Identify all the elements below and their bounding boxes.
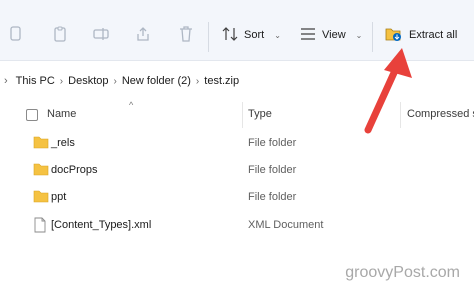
column-divider[interactable] [400, 102, 401, 128]
file-type: File folder [248, 137, 297, 149]
breadcrumb-test-zip[interactable]: test.zip [204, 75, 239, 87]
file-name: [Content_Types].xml [51, 219, 152, 231]
file-type: File folder [248, 164, 297, 176]
sort-ascending-icon: ^ [129, 100, 134, 110]
file-name: docProps [51, 164, 98, 176]
column-name[interactable]: Name [47, 108, 76, 120]
sort-label: Sort [244, 29, 265, 41]
file-icon [33, 217, 49, 233]
extract-all-label: Extract all [409, 29, 458, 41]
chevron-down-icon: ⌄ [355, 30, 363, 40]
list-item[interactable]: [Content_Types].xml XML Document [0, 213, 474, 239]
sort-icon [222, 26, 238, 44]
delete-icon[interactable] [178, 26, 194, 42]
list-item[interactable]: docProps File folder [0, 158, 474, 184]
sort-button[interactable]: Sort ⌄ [222, 26, 281, 44]
file-name: _rels [51, 137, 75, 149]
folder-icon [33, 135, 49, 151]
view-icon [300, 27, 316, 44]
breadcrumb-desktop[interactable]: Desktop [68, 75, 108, 87]
chevron-down-icon: ⌄ [274, 30, 281, 40]
chevron-right-icon: › [113, 75, 117, 87]
column-divider[interactable] [242, 102, 243, 128]
breadcrumb: › This PC › Desktop › New folder (2) › t… [0, 66, 474, 96]
chevron-right-icon: › [59, 75, 64, 87]
view-label: View [322, 29, 346, 41]
column-type[interactable]: Type [248, 108, 272, 120]
breadcrumb-this-pc[interactable]: This PC [16, 75, 55, 87]
list-item[interactable]: ppt File folder [0, 185, 474, 211]
rename-icon[interactable] [93, 26, 109, 42]
breadcrumb-new-folder[interactable]: New folder (2) [122, 75, 191, 87]
column-header: Name ^ Type Compressed s [0, 100, 474, 128]
file-type: XML Document [248, 219, 324, 231]
list-item[interactable]: _rels File folder [0, 131, 474, 157]
toolbar-divider [208, 22, 209, 52]
column-compressed-size[interactable]: Compressed s [407, 108, 474, 120]
chevron-right-icon: › [195, 75, 200, 87]
folder-icon [33, 162, 49, 178]
folder-icon [33, 189, 49, 205]
select-all-checkbox[interactable] [26, 109, 38, 121]
watermark: groovyPost.com [345, 264, 460, 281]
paste-icon[interactable] [52, 26, 68, 42]
chevron-right-icon: › [4, 75, 8, 87]
share-icon[interactable] [135, 26, 151, 42]
file-name: ppt [51, 191, 67, 203]
copy-icon[interactable] [8, 26, 24, 42]
file-type: File folder [248, 191, 297, 203]
